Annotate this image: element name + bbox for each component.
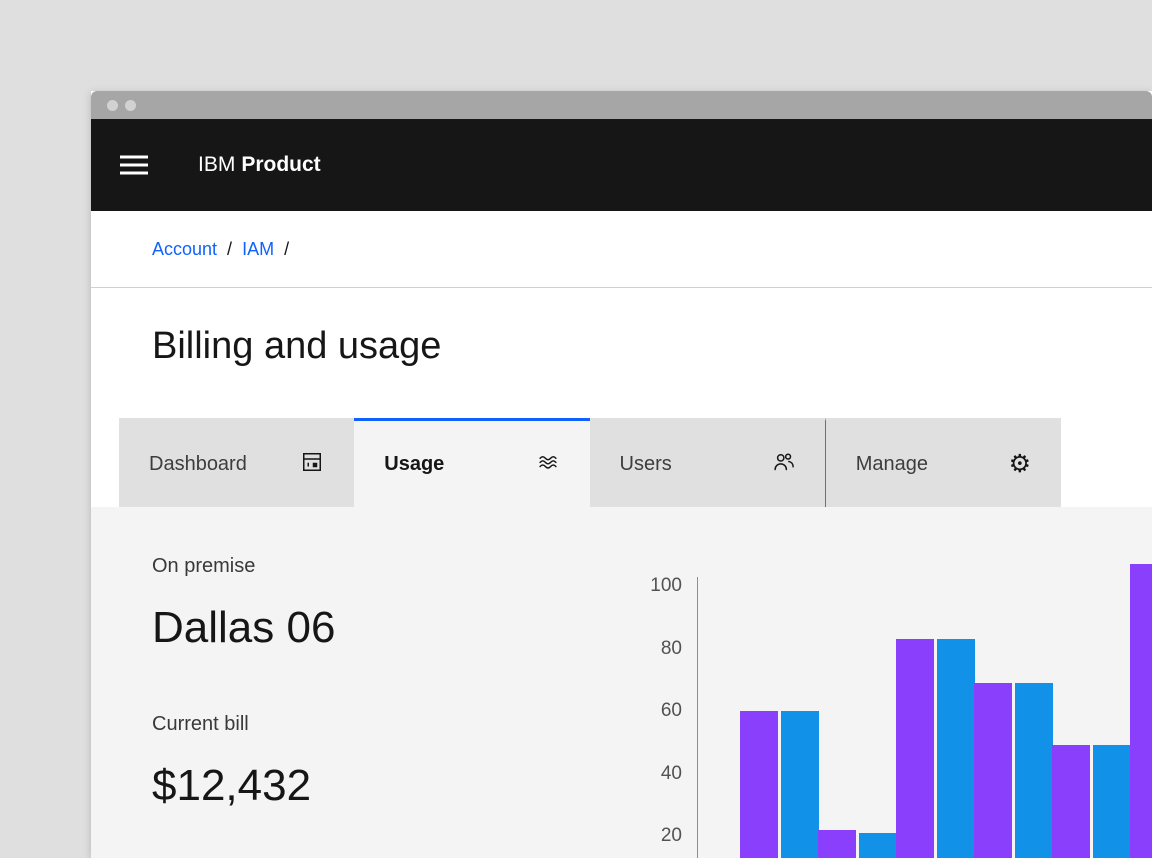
page-background: IBM Product Account / IAM / Billing and …	[0, 0, 1152, 858]
app-header: IBM Product	[91, 119, 1152, 211]
tab-users[interactable]: Users	[590, 418, 825, 507]
tab-manage[interactable]: Manage ⚙	[825, 418, 1061, 507]
y-axis-label: 40	[612, 762, 682, 786]
usage-bar-chart: 100 80 60 40 20	[91, 507, 1152, 858]
users-icon	[771, 450, 795, 479]
y-axis-label: 20	[612, 824, 682, 848]
y-axis-label: 100	[612, 574, 682, 598]
bar-blue	[859, 833, 897, 858]
window-control-dot[interactable]	[125, 100, 136, 111]
y-axis-line	[697, 577, 698, 858]
bar-blue	[937, 639, 975, 858]
window-control-dot[interactable]	[107, 100, 118, 111]
dashboard-icon	[300, 450, 324, 479]
bar-blue	[1015, 683, 1053, 858]
brand-name: Product	[241, 153, 320, 177]
breadcrumb-separator: /	[227, 239, 232, 260]
bar-blue	[781, 711, 819, 858]
bar-purple	[818, 830, 856, 858]
hamburger-menu-icon[interactable]	[120, 156, 148, 175]
app-window: IBM Product Account / IAM / Billing and …	[91, 91, 1152, 858]
tab-label: Dashboard	[149, 453, 247, 476]
tab-label: Manage	[856, 453, 928, 476]
waves-icon	[536, 450, 560, 479]
window-titlebar	[91, 91, 1152, 119]
bar-purple	[1052, 745, 1090, 858]
brand-prefix: IBM	[198, 153, 235, 177]
bar-purple	[1130, 564, 1152, 858]
usage-panel: On premise Dallas 06 Current bill $12,43…	[91, 507, 1152, 858]
bar-purple	[974, 683, 1012, 858]
page-title: Billing and usage	[152, 323, 441, 369]
y-axis-label: 80	[612, 637, 682, 661]
breadcrumb-separator: /	[284, 239, 289, 260]
tab-dashboard[interactable]: Dashboard	[119, 418, 354, 507]
bar-purple	[896, 639, 934, 858]
breadcrumb: Account / IAM /	[91, 211, 1152, 288]
tab-bar: Dashboard Usage	[119, 418, 1061, 507]
tab-label: Users	[620, 453, 672, 476]
gear-icon: ⚙	[1009, 452, 1031, 476]
tab-usage[interactable]: Usage	[354, 418, 589, 507]
breadcrumb-link-account[interactable]: Account	[152, 239, 217, 260]
y-axis-label: 60	[612, 699, 682, 723]
bar-purple	[740, 711, 778, 858]
breadcrumb-link-iam[interactable]: IAM	[242, 239, 274, 260]
brand-title: IBM Product	[198, 153, 321, 177]
bar-blue	[1093, 745, 1131, 858]
tab-label: Usage	[384, 453, 444, 476]
